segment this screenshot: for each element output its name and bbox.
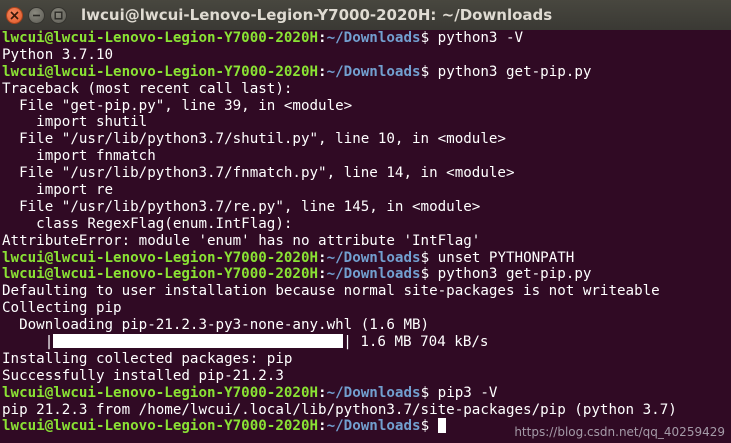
- output-line: Downloading pip-21.2.3-py3-none-any.whl …: [2, 317, 430, 334]
- output-line: Collecting pip: [2, 300, 122, 317]
- terminal-output[interactable]: lwcui@lwcui-Lenovo-Legion-Y7000-2020H:~/…: [0, 30, 731, 443]
- download-progress-line: | | 1.6 MB 704 kB/s: [2, 334, 731, 351]
- prompt-line: lwcui@lwcui-Lenovo-Legion-Y7000-2020H:~/…: [2, 266, 731, 283]
- prompt-user-host: lwcui@lwcui-Lenovo-Legion-Y7000-2020H: [2, 266, 319, 283]
- prompt-path: ~/Downloads: [326, 249, 421, 266]
- watermark: https://blog.csdn.net/qq_40259429: [514, 425, 725, 440]
- output-line: Traceback (most recent call last):: [2, 80, 293, 97]
- output-line: File "get-pip.py", line 39, in <module>: [2, 97, 353, 114]
- output-line: AttributeError: module 'enum' has no att…: [2, 232, 481, 249]
- output-line: Installing collected packages: pip: [2, 350, 293, 367]
- prompt-line: lwcui@lwcui-Lenovo-Legion-Y7000-2020H:~/…: [2, 64, 731, 81]
- prompt-colon: :: [318, 266, 327, 283]
- command-text: unset PYTHONPATH: [437, 249, 575, 266]
- prompt-user-host: lwcui@lwcui-Lenovo-Legion-Y7000-2020H: [2, 249, 319, 266]
- maximize-button[interactable]: [50, 6, 67, 24]
- prompt-path: ~/Downloads: [326, 418, 421, 435]
- prompt-symbol: $: [420, 30, 438, 46]
- prompt-line: lwcui@lwcui-Lenovo-Legion-Y7000-2020H:~/…: [2, 30, 731, 47]
- progress-prefix: |: [2, 334, 54, 351]
- prompt-symbol: $: [420, 384, 438, 401]
- maximize-icon: [54, 11, 63, 19]
- prompt-symbol: $: [420, 63, 438, 80]
- output-line: Defaulting to user installation because …: [2, 283, 660, 300]
- prompt-symbol: $: [420, 249, 438, 266]
- command-text: python3 get-pip.py: [437, 63, 592, 80]
- prompt-path: ~/Downloads: [326, 384, 421, 401]
- minimize-button[interactable]: [28, 6, 45, 24]
- prompt-user-host: lwcui@lwcui-Lenovo-Legion-Y7000-2020H: [2, 30, 319, 46]
- prompt-line: lwcui@lwcui-Lenovo-Legion-Y7000-2020H:~/…: [2, 385, 731, 402]
- output-line: import re: [2, 182, 114, 199]
- output-line: Python 3.7.10: [2, 46, 114, 63]
- prompt-path: ~/Downloads: [326, 266, 421, 283]
- command-text: python3 -V: [437, 30, 524, 46]
- output-line: class RegexFlag(enum.IntFlag):: [2, 215, 293, 232]
- text-cursor[interactable]: [437, 418, 446, 434]
- prompt-colon: :: [318, 384, 327, 401]
- output-line: File "/usr/lib/python3.7/fnmatch.py", li…: [2, 165, 515, 182]
- prompt-colon: :: [318, 249, 327, 266]
- terminal-window: lwcui@lwcui-Lenovo-Legion-Y7000-2020H: ~…: [0, 0, 731, 443]
- terminal-lines: lwcui@lwcui-Lenovo-Legion-Y7000-2020H:~/…: [0, 30, 731, 435]
- prompt-colon: :: [318, 418, 327, 435]
- prompt-symbol: $: [420, 266, 438, 283]
- close-button[interactable]: [6, 6, 23, 24]
- prompt-line: lwcui@lwcui-Lenovo-Legion-Y7000-2020H:~/…: [2, 250, 731, 267]
- title-bar[interactable]: lwcui@lwcui-Lenovo-Legion-Y7000-2020H: ~…: [0, 0, 731, 30]
- prompt-symbol: $: [420, 418, 438, 435]
- prompt-user-host: lwcui@lwcui-Lenovo-Legion-Y7000-2020H: [2, 63, 319, 80]
- output-line: Successfully installed pip-21.2.3: [2, 367, 284, 384]
- prompt-path: ~/Downloads: [326, 30, 421, 46]
- close-icon: [10, 10, 19, 20]
- output-line: File "/usr/lib/python3.7/shutil.py", lin…: [2, 131, 506, 148]
- progress-bar: [53, 334, 344, 349]
- command-text: pip3 -V: [437, 384, 498, 401]
- progress-suffix: | 1.6 MB 704 kB/s: [343, 334, 489, 351]
- minimize-icon: [33, 14, 40, 16]
- window-title: lwcui@lwcui-Lenovo-Legion-Y7000-2020H: ~…: [81, 6, 553, 24]
- prompt-path: ~/Downloads: [326, 63, 421, 80]
- output-line: import fnmatch: [2, 148, 156, 165]
- output-line: File "/usr/lib/python3.7/re.py", line 14…: [2, 198, 481, 215]
- output-line: pip 21.2.3 from /home/lwcui/.local/lib/p…: [2, 401, 677, 418]
- prompt-user-host: lwcui@lwcui-Lenovo-Legion-Y7000-2020H: [2, 418, 319, 435]
- prompt-user-host: lwcui@lwcui-Lenovo-Legion-Y7000-2020H: [2, 384, 319, 401]
- prompt-colon: :: [318, 63, 327, 80]
- command-text: python3 get-pip.py: [437, 266, 592, 283]
- prompt-colon: :: [318, 30, 327, 46]
- output-line: import shutil: [2, 114, 148, 131]
